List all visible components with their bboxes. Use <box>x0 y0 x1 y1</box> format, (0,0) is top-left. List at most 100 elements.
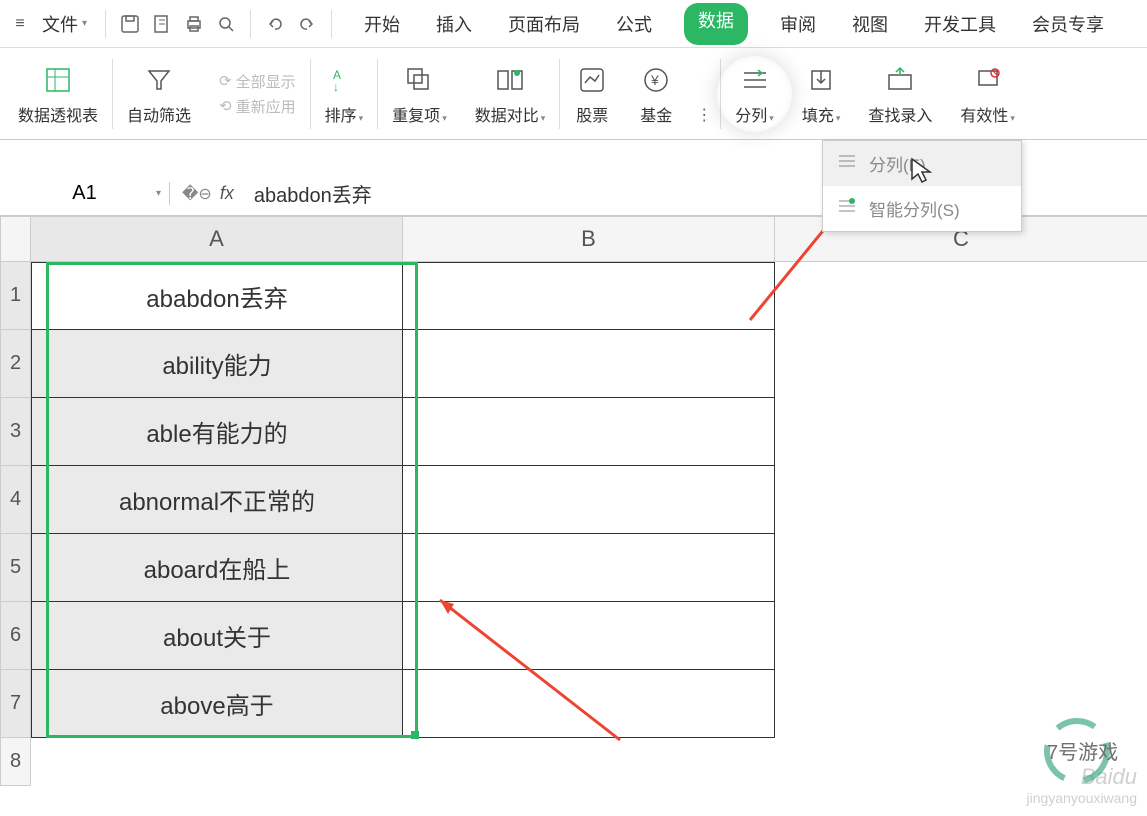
sort-button[interactable]: A↓ 排序 <box>311 62 378 126</box>
cell-c4[interactable] <box>775 466 1147 534</box>
divider <box>331 10 332 38</box>
fill-button[interactable]: 填充 <box>788 62 855 126</box>
tab-layout[interactable]: 页面布局 <box>504 3 584 45</box>
split-icon <box>737 62 773 98</box>
undo-icon[interactable] <box>259 8 291 40</box>
filter-options: ⟳全部显示 ⟲重新应用 <box>205 71 310 117</box>
select-all-corner[interactable] <box>0 216 31 262</box>
cell-c3[interactable] <box>775 398 1147 466</box>
compare-icon <box>492 62 528 98</box>
row-header-8[interactable]: 8 <box>0 738 31 786</box>
divider <box>250 10 251 38</box>
cell-c6[interactable] <box>775 602 1147 670</box>
cell-b5[interactable] <box>403 534 775 602</box>
sort-label: 排序 <box>325 102 364 126</box>
cell-a4[interactable]: abnormal不正常的 <box>31 466 403 534</box>
new-icon[interactable] <box>146 8 178 40</box>
tab-insert[interactable]: 插入 <box>432 3 476 45</box>
cell-c5[interactable] <box>775 534 1147 602</box>
tab-start[interactable]: 开始 <box>360 3 404 45</box>
tab-review[interactable]: 审阅 <box>776 3 820 45</box>
redo-icon[interactable] <box>291 8 323 40</box>
reapply-button[interactable]: ⟲重新应用 <box>219 96 296 117</box>
tab-formula[interactable]: 公式 <box>612 3 656 45</box>
fill-icon <box>803 62 839 98</box>
valid-button[interactable]: 有效性 <box>946 62 1029 126</box>
find-button[interactable]: 查找录入 <box>854 62 946 126</box>
row-header-5[interactable]: 5 <box>0 534 31 602</box>
cell-b4[interactable] <box>403 466 775 534</box>
stock-button[interactable]: 股票 <box>560 62 624 126</box>
compare-button[interactable]: 数据对比 <box>461 62 560 126</box>
dropdown-item-label: 智能分列(S) <box>869 196 960 221</box>
svg-text:7号游戏: 7号游戏 <box>1047 741 1118 764</box>
cell-a6[interactable]: about关于 <box>31 602 403 670</box>
cell-b3[interactable] <box>403 398 775 466</box>
preview-icon[interactable] <box>210 8 242 40</box>
cell-b6[interactable] <box>403 602 775 670</box>
cell-b7[interactable] <box>403 670 775 738</box>
split-label: 分列 <box>735 102 774 126</box>
autofilter-button[interactable]: 自动筛选 <box>113 62 205 126</box>
split-button[interactable]: 分列 <box>721 62 788 126</box>
row-header-1[interactable]: 1 <box>0 262 31 330</box>
showall-label: 全部显示 <box>236 71 296 92</box>
cell-c2[interactable] <box>775 330 1147 398</box>
data-rows: ababdon丢弃 ability能力 able有能力的 abnormal不正常… <box>31 262 1147 738</box>
split-menu-icon <box>837 151 857 176</box>
autofilter-label: 自动筛选 <box>127 102 191 126</box>
cell-a1[interactable]: ababdon丢弃 <box>31 262 403 330</box>
stock-label: 股票 <box>576 102 608 126</box>
print-icon[interactable] <box>178 8 210 40</box>
reapply-icon: ⟲ <box>219 97 232 115</box>
filter-icon <box>141 62 177 98</box>
sort-icon: A↓ <box>326 62 362 98</box>
menu-icon[interactable]: ≡ <box>8 15 32 33</box>
cell-a5[interactable]: aboard在船上 <box>31 534 403 602</box>
valid-label: 有效性 <box>960 102 1015 126</box>
divider <box>105 10 106 38</box>
cell-a7[interactable]: above高于 <box>31 670 403 738</box>
save-icon[interactable] <box>114 8 146 40</box>
dup-icon <box>401 62 437 98</box>
find-icon <box>882 62 918 98</box>
row-header-7[interactable]: 7 <box>0 670 31 738</box>
cell-b2[interactable] <box>403 330 775 398</box>
tab-view[interactable]: 视图 <box>848 3 892 45</box>
fund-button[interactable]: ¥ 基金 <box>624 62 688 126</box>
row-header-4[interactable]: 4 <box>0 466 31 534</box>
tab-vip[interactable]: 会员专享 <box>1028 3 1108 45</box>
col-header-b[interactable]: B <box>403 216 775 262</box>
row-header-6[interactable]: 6 <box>0 602 31 670</box>
more-icon[interactable]: ⋮ <box>688 99 720 131</box>
dropdown-split-e[interactable]: 分列(E) <box>823 141 1021 186</box>
svg-text:↓: ↓ <box>333 80 339 94</box>
tab-data[interactable]: 数据 <box>684 3 748 45</box>
col-header-a[interactable]: A <box>31 216 403 262</box>
cell-c1[interactable] <box>775 262 1147 330</box>
tab-dev[interactable]: 开发工具 <box>920 3 1000 45</box>
compare-label: 数据对比 <box>475 102 546 126</box>
spreadsheet-grid: 1 2 3 4 5 6 7 8 A B C ababdon丢弃 ability能… <box>0 216 1147 786</box>
row-header-2[interactable]: 2 <box>0 330 31 398</box>
showall-button[interactable]: ⟳全部显示 <box>219 71 296 92</box>
stock-icon <box>574 62 610 98</box>
name-box[interactable]: A1 <box>0 182 170 205</box>
zoom-out-icon[interactable]: �⊖ <box>182 184 212 204</box>
pivot-label: 数据透视表 <box>18 102 98 126</box>
pivot-icon <box>40 62 76 98</box>
cell-a2[interactable]: ability能力 <box>31 330 403 398</box>
find-label: 查找录入 <box>868 102 932 126</box>
row-header-3[interactable]: 3 <box>0 398 31 466</box>
file-menu[interactable]: 文件 <box>32 11 97 37</box>
fx-area: �⊖ fx <box>170 183 246 204</box>
fund-label: 基金 <box>640 102 672 126</box>
dup-button[interactable]: 重复项 <box>378 62 461 126</box>
pivot-button[interactable]: 数据透视表 <box>4 62 112 126</box>
cell-b1[interactable] <box>403 262 775 330</box>
columns: A B C ababdon丢弃 ability能力 able有能力的 abnor… <box>31 216 1147 786</box>
fx-icon[interactable]: fx <box>220 183 234 204</box>
fill-label: 填充 <box>802 102 841 126</box>
dropdown-smart-split-s[interactable]: 智能分列(S) <box>823 186 1021 231</box>
cell-a3[interactable]: able有能力的 <box>31 398 403 466</box>
